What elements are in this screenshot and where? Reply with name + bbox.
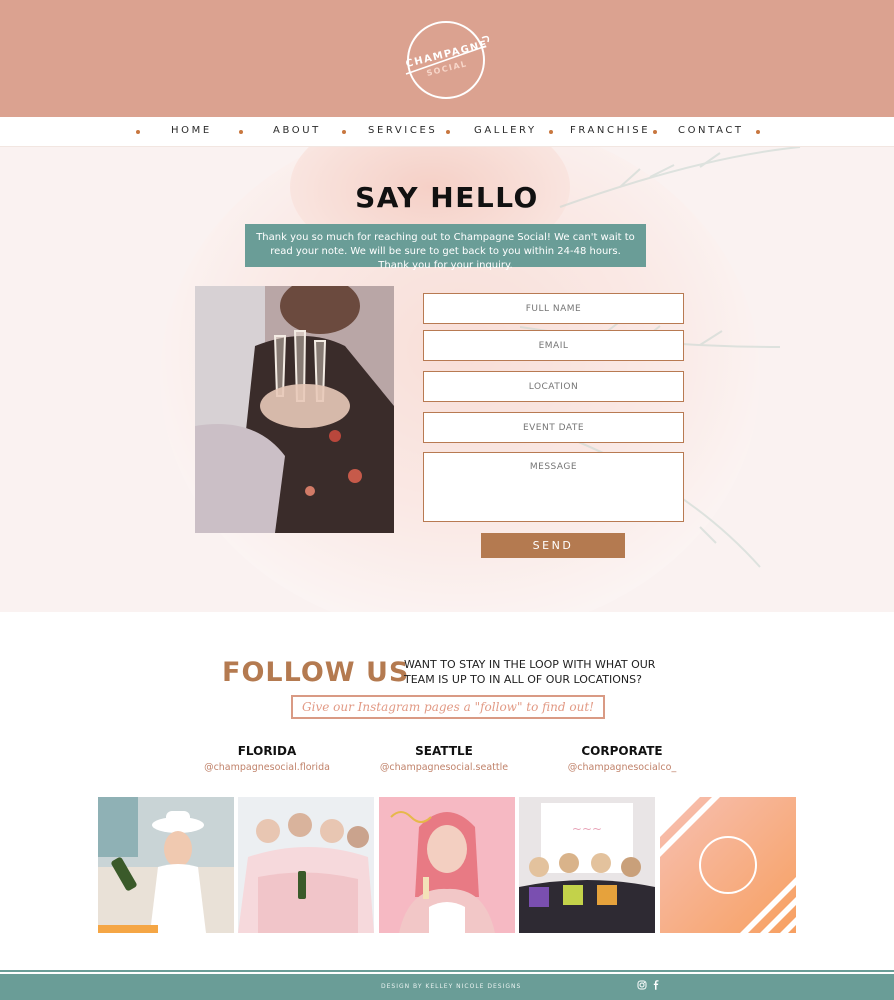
site-footer: DESIGN BY KELLEY NICOLE DESIGNS xyxy=(0,974,894,1000)
location-input[interactable] xyxy=(423,371,684,402)
instagram-handle-florida[interactable]: @champagnesocial.florida xyxy=(182,762,352,773)
full-name-input[interactable] xyxy=(423,293,684,324)
instagram-handle-corporate[interactable]: @champagnesocialco_ xyxy=(537,762,707,773)
instagram-tile-group-toast[interactable]: ~~~ xyxy=(519,797,655,933)
location-name-seattle: SEATTLE xyxy=(415,744,473,758)
nav-item-franchise[interactable]: FRANCHISE xyxy=(570,125,650,136)
nav-separator-dot xyxy=(756,130,760,134)
instagram-tile-bridal-party[interactable] xyxy=(238,797,374,933)
instagram-follow-prompt: Give our Instagram pages a "follow" to f… xyxy=(291,695,605,719)
location-name-florida: FLORIDA xyxy=(237,744,297,758)
nav-item-home[interactable]: HOME xyxy=(171,125,212,136)
champagne-social-logo[interactable]: CHAMPAGNE SOCIAL xyxy=(400,16,494,102)
site-header: CHAMPAGNE SOCIAL xyxy=(0,0,894,117)
facebook-icon[interactable] xyxy=(650,980,662,992)
footer-divider xyxy=(0,970,894,972)
thank-you-note: Thank you so much for reaching out to Ch… xyxy=(245,224,646,271)
nav-item-about[interactable]: ABOUT xyxy=(273,125,321,136)
nav-item-contact[interactable]: CONTACT xyxy=(678,125,744,136)
event-date-input[interactable] xyxy=(423,412,684,443)
page-title: SAY HELLO xyxy=(355,181,539,214)
email-input[interactable] xyxy=(423,330,684,361)
instagram-tile-pink-hair[interactable] xyxy=(379,797,515,933)
nav-separator-dot xyxy=(549,130,553,134)
location-name-corporate: CORPORATE xyxy=(581,744,663,758)
instagram-tile-cowboy-hat[interactable] xyxy=(98,797,234,933)
svg-text:~~~: ~~~ xyxy=(572,822,602,836)
contact-section: SAY HELLO Thank you so much for reaching… xyxy=(0,147,894,612)
nav-separator-dot xyxy=(653,130,657,134)
main-navigation: HOME ABOUT SERVICES GALLERY FRANCHISE CO… xyxy=(0,117,894,147)
follow-us-heading: FOLLOW US xyxy=(222,657,410,688)
follow-us-subtitle: WANT TO STAY IN THE LOOP WITH WHAT OUR T… xyxy=(404,658,656,686)
instagram-handle-seattle[interactable]: @champagnesocial.seattle xyxy=(359,762,529,773)
instagram-icon[interactable] xyxy=(636,980,648,992)
nav-separator-dot xyxy=(136,130,140,134)
nav-item-services[interactable]: SERVICES xyxy=(368,125,437,136)
message-textarea[interactable] xyxy=(423,452,684,522)
nav-separator-dot xyxy=(446,130,450,134)
send-button[interactable]: SEND xyxy=(481,533,625,558)
instagram-tile-brand-logo[interactable] xyxy=(660,797,796,933)
designer-credit[interactable]: DESIGN BY KELLEY NICOLE DESIGNS xyxy=(381,983,521,990)
nav-separator-dot xyxy=(342,130,346,134)
nav-item-gallery[interactable]: GALLERY xyxy=(474,125,537,136)
champagne-toast-photo xyxy=(195,286,394,533)
nav-separator-dot xyxy=(239,130,243,134)
